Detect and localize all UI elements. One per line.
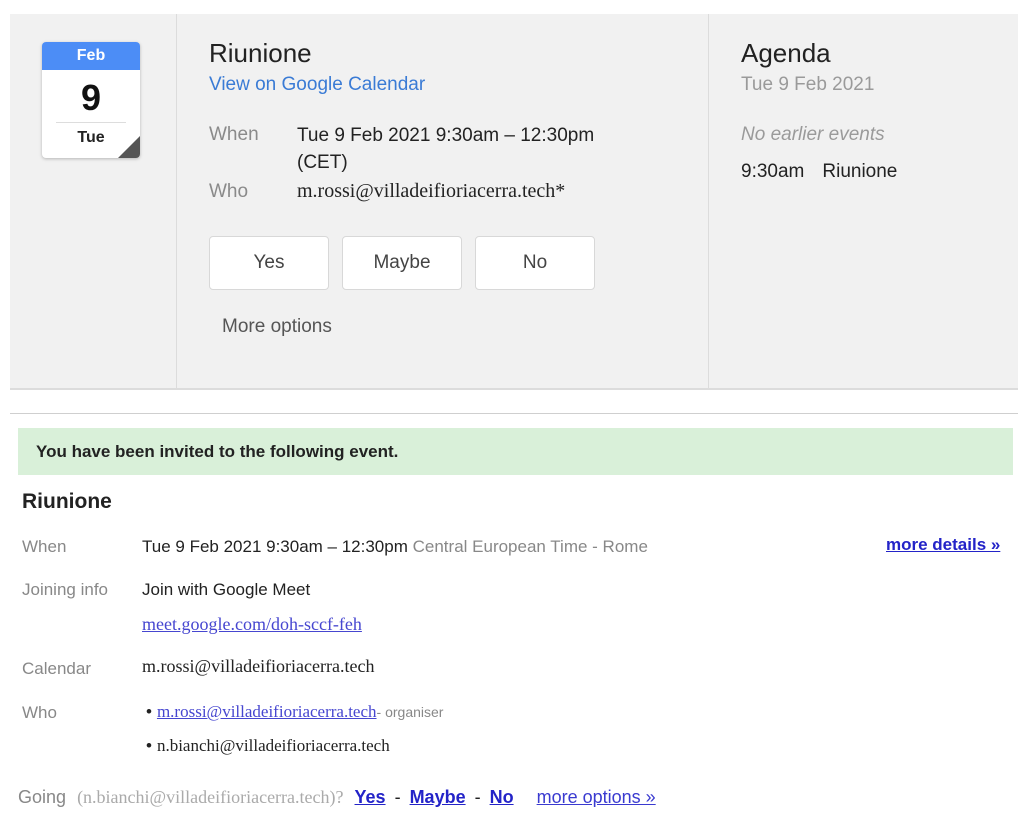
invitation-banner: You have been invited to the following e… — [18, 428, 1013, 475]
going-label: Going — [18, 787, 67, 807]
who-value: m.rossi@villadeifioriacerra.tech* — [297, 180, 566, 202]
going-separator: - — [394, 787, 401, 807]
inv-who-label: Who — [22, 703, 57, 722]
guest-email: n.bianchi@villadeifioriacerra.tech — [156, 736, 390, 755]
guest-email-link[interactable]: m.rossi@villadeifioriacerra.tech — [157, 702, 377, 721]
agenda-date: Tue 9 Feb 2021 — [741, 74, 875, 95]
going-email: (n.bianchi@villadeifioriacerra.tech)? — [77, 787, 344, 807]
invitation-banner-text: You have been invited to the following e… — [36, 442, 399, 461]
calendar-column: Feb 9 Tue — [10, 14, 177, 388]
rsvp-maybe-button[interactable]: Maybe — [342, 236, 462, 290]
event-summary: Riunione View on Google Calendar When Tu… — [177, 14, 707, 388]
tile-day: 9 — [80, 77, 102, 118]
more-options-button[interactable]: More options — [222, 316, 332, 338]
when-value: Tue 9 Feb 2021 9:30am – 12:30pm (CET) — [297, 122, 594, 176]
going-row: Going (n.bianchi@villadeifioriacerra.tec… — [18, 787, 656, 808]
joining-info-label: Joining info — [22, 580, 109, 599]
view-on-google-calendar-link[interactable]: View on Google Calendar — [209, 74, 425, 96]
inv-when-value: Tue 9 Feb 2021 9:30am – 12:30pm Central … — [142, 537, 648, 557]
page-fold-icon — [118, 136, 140, 158]
guest-item: • n.bianchi@villadeifioriacerra.tech — [146, 736, 390, 756]
going-separator: - — [474, 787, 481, 807]
going-maybe-link[interactable]: Maybe — [410, 787, 466, 807]
no-earlier-events: No earlier events — [741, 124, 885, 145]
when-label: When — [209, 124, 259, 145]
going-no-link[interactable]: No — [490, 787, 514, 807]
agenda-event[interactable]: 9:30am Riunione — [741, 161, 897, 183]
when-value-line1: Tue 9 Feb 2021 9:30am – 12:30pm — [297, 125, 595, 146]
tile-month: Feb — [42, 42, 140, 70]
tile-weekday: Tue — [56, 122, 126, 147]
inv-timezone: Central European Time - Rome — [412, 537, 648, 556]
inv-when-time: Tue 9 Feb 2021 9:30am – 12:30pm — [142, 537, 408, 556]
event-title: Riunione — [209, 38, 312, 68]
bullet-icon: • — [146, 702, 152, 721]
inv-when-label: When — [22, 537, 67, 556]
rsvp-yes-button[interactable]: Yes — [209, 236, 329, 290]
calendar-date-tile: Feb 9 Tue — [42, 42, 140, 158]
who-label: Who — [209, 181, 249, 202]
guest-role: - organiser — [376, 704, 444, 720]
invitation-title: Riunione — [22, 490, 112, 513]
event-card: Feb 9 Tue Riunione View on Google Calend… — [10, 14, 1018, 390]
bullet-icon: • — [146, 736, 152, 755]
going-yes-link[interactable]: Yes — [355, 787, 386, 807]
agenda-panel: Agenda Tue 9 Feb 2021 No earlier events … — [708, 14, 1019, 388]
calendar-value: m.rossi@villadeifioriacerra.tech — [142, 656, 375, 676]
meet-link[interactable]: meet.google.com/doh-sccf-feh — [142, 614, 362, 635]
joining-info-value: Join with Google Meet — [142, 580, 311, 599]
more-details-link[interactable]: more details » — [886, 535, 1000, 555]
agenda-title: Agenda — [741, 38, 831, 68]
agenda-event-time: 9:30am — [741, 161, 805, 182]
calendar-label: Calendar — [22, 659, 91, 678]
agenda-event-name: Riunione — [822, 161, 898, 182]
rsvp-no-button[interactable]: No — [475, 236, 595, 290]
when-value-line2: (CET) — [297, 152, 348, 173]
divider — [10, 413, 1018, 414]
guest-item-organiser: • m.rossi@villadeifioriacerra.tech- organ… — [146, 702, 443, 722]
going-more-options-link[interactable]: more options » — [537, 787, 656, 807]
